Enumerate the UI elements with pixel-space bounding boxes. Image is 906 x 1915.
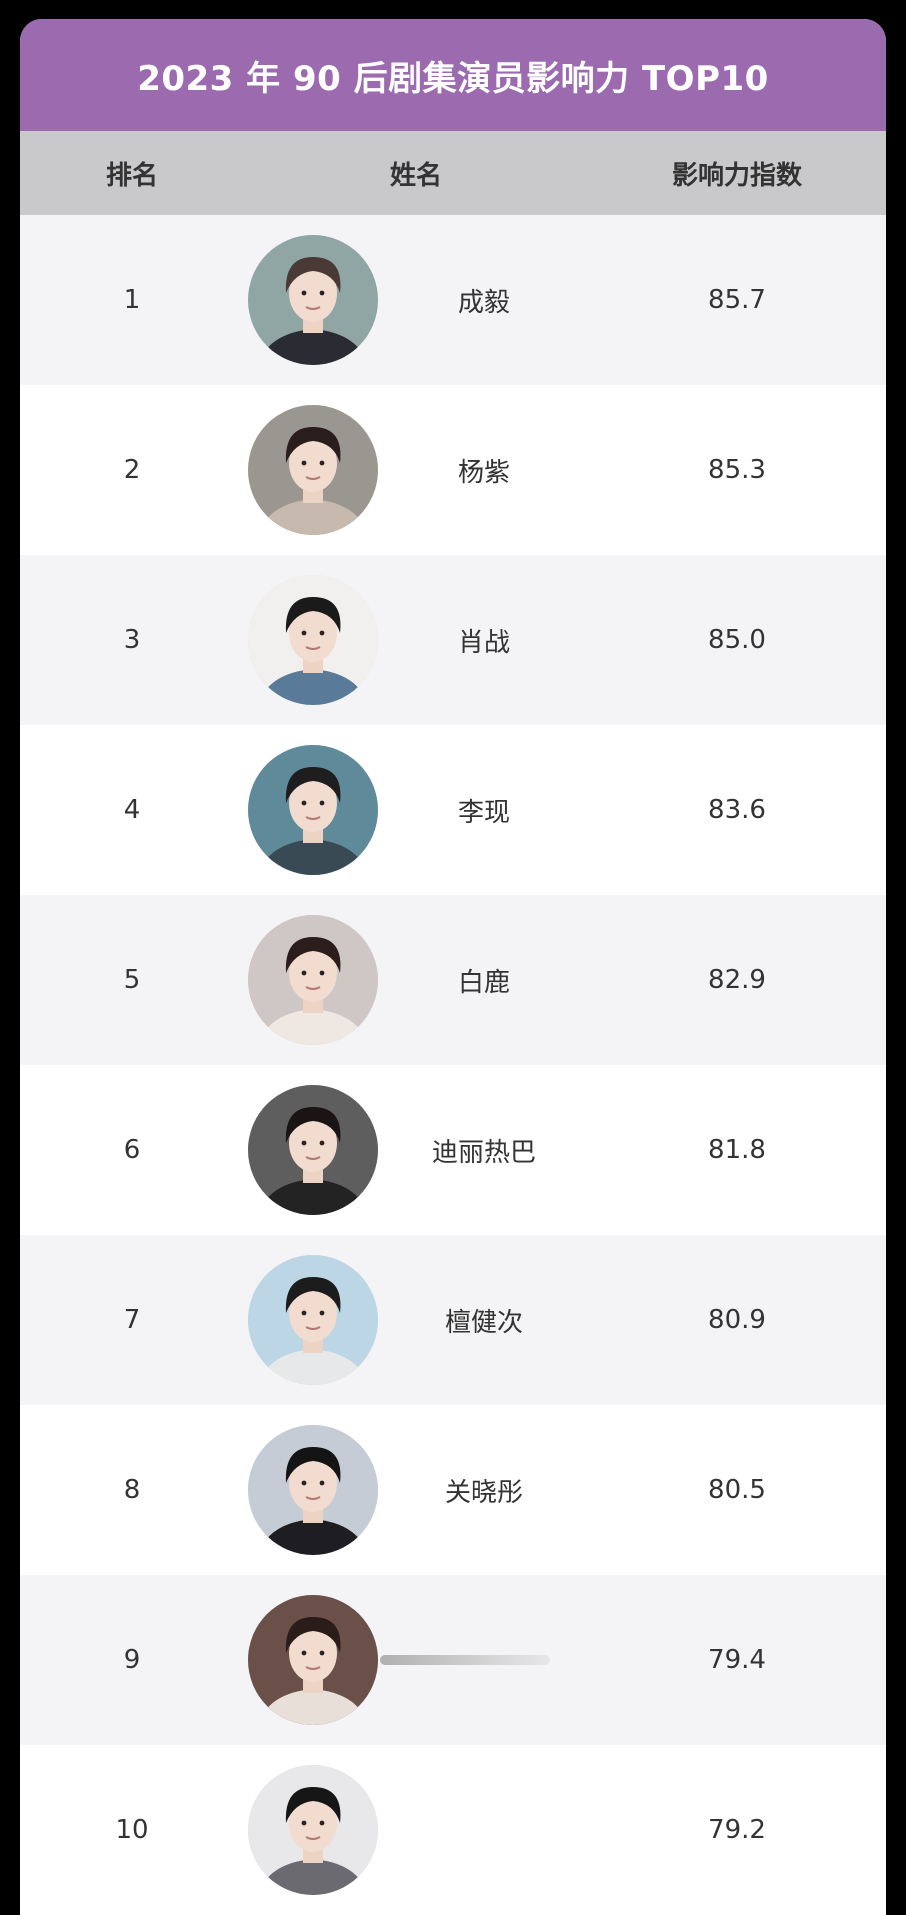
influence-score: 82.9 xyxy=(708,965,766,995)
table-row: 4 李现 83.6 xyxy=(20,725,886,895)
header-score: 影响力指数 xyxy=(671,160,802,191)
rank-cell: 2 xyxy=(123,455,141,485)
title-bar: 2023 年 90 后剧集演员影响力 TOP10 xyxy=(20,19,886,131)
redaction-smudge xyxy=(380,1655,550,1665)
influence-score: 81.8 xyxy=(708,1135,766,1165)
actor-name: 杨紫 xyxy=(457,457,510,488)
avatar xyxy=(248,1765,378,1895)
rank-cell: 6 xyxy=(123,1135,141,1165)
table-row: 10 79.2 xyxy=(20,1745,886,1915)
avatar xyxy=(248,1255,378,1385)
rank-cell: 5 xyxy=(123,965,141,995)
actor-name: 关晓彤 xyxy=(444,1477,523,1508)
table-row: 5 白鹿 82.9 xyxy=(20,895,886,1065)
avatar xyxy=(248,235,378,365)
rank-cell: 8 xyxy=(123,1475,141,1505)
avatar xyxy=(248,575,378,705)
header-name: 姓名 xyxy=(389,160,442,191)
actor-name: 成毅 xyxy=(457,287,510,318)
avatar xyxy=(248,1085,378,1215)
rank-cell: 3 xyxy=(123,625,141,655)
influence-score: 80.5 xyxy=(708,1475,766,1505)
avatar xyxy=(248,915,378,1045)
influence-score: 79.2 xyxy=(708,1815,766,1845)
ranking-card: 2023 年 90 后剧集演员影响力 TOP10 排名 姓名 影响力指数 1 成毅… xyxy=(20,19,886,1915)
influence-score: 79.4 xyxy=(708,1645,766,1675)
rank-cell: 1 xyxy=(123,285,141,315)
table-body: 1 成毅 85.7 2 杨紫 85.3 3 肖战 85.0 4 李现 83.6 5 白鹿 82.9 6 迪丽热巴… xyxy=(20,215,886,1915)
actor-name: 肖战 xyxy=(457,627,510,658)
page-title: 2023 年 90 后剧集演员影响力 TOP10 xyxy=(137,58,769,99)
avatar xyxy=(248,745,378,875)
table-row: 1 成毅 85.7 xyxy=(20,215,886,385)
influence-score: 85.0 xyxy=(708,625,766,655)
rank-cell: 4 xyxy=(123,795,141,825)
table-header: 排名 姓名 影响力指数 xyxy=(20,131,886,215)
table-row: 8 关晓彤 80.5 xyxy=(20,1405,886,1575)
header-rank: 排名 xyxy=(105,160,158,191)
table-row: 9 79.4 xyxy=(20,1575,886,1745)
actor-name: 李现 xyxy=(457,797,510,828)
avatar xyxy=(248,405,378,535)
influence-score: 85.3 xyxy=(708,455,766,485)
avatar xyxy=(248,1595,378,1725)
actor-name: 檀健次 xyxy=(444,1307,523,1338)
rank-cell: 10 xyxy=(115,1815,149,1845)
actor-name: 白鹿 xyxy=(457,967,510,998)
rank-cell: 9 xyxy=(123,1645,141,1675)
actor-name: 迪丽热巴 xyxy=(431,1137,536,1168)
table-row: 6 迪丽热巴 81.8 xyxy=(20,1065,886,1235)
table-row: 7 檀健次 80.9 xyxy=(20,1235,886,1405)
table-row: 2 杨紫 85.3 xyxy=(20,385,886,555)
avatar xyxy=(248,1425,378,1555)
table-row: 3 肖战 85.0 xyxy=(20,555,886,725)
rank-cell: 7 xyxy=(123,1305,141,1335)
influence-score: 85.7 xyxy=(708,285,766,315)
influence-score: 83.6 xyxy=(708,795,766,825)
influence-score: 80.9 xyxy=(708,1305,766,1335)
